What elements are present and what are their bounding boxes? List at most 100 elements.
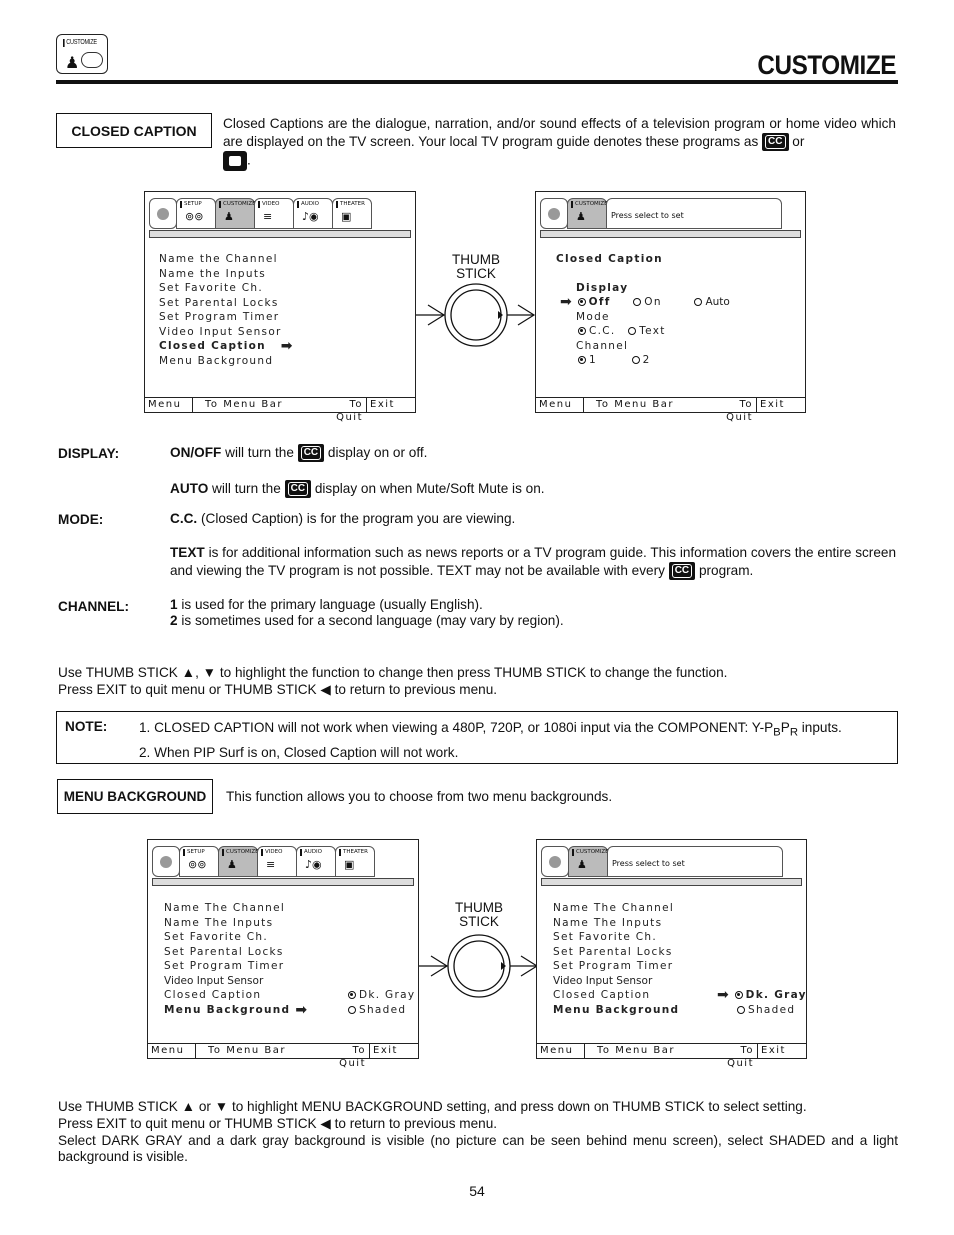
caption-bubble-icon <box>223 151 247 172</box>
radio-auto[interactable] <box>694 298 703 306</box>
thumbstick-nav-icon <box>152 846 180 877</box>
tab-customize[interactable]: CUSTOMIZE ♟ <box>567 198 608 229</box>
tab-setup[interactable]: SETUP ⊚⊚ <box>179 846 219 877</box>
menu-tab-bar: SETUP ⊚⊚ CUSTOMIZE ♟ VIDEO ≡ AUDIO ♪◉ THEATE… <box>152 846 375 877</box>
tab-video[interactable]: VIDEO ≡ <box>254 198 294 229</box>
radio-off[interactable] <box>577 298 586 306</box>
person-icon: ♟ <box>65 55 80 72</box>
menu-tab-bar: CUSTOMIZE ♟ Press select to set <box>540 198 782 229</box>
tv-screen-main-menu: SETUP ⊚⊚ CUSTOMIZE ♟ VIDEO ≡ AUDIO ♪◉ THEATE… <box>144 191 416 423</box>
status-message: Press select to set <box>607 846 783 877</box>
tv-footer: Menu To Menu Bar To Quit Exit <box>145 397 415 423</box>
menu-item-selected[interactable]: Menu Background ➡ <box>164 1003 308 1018</box>
menu-highlight-bar <box>541 878 802 886</box>
cc-icon: CC <box>668 562 696 581</box>
menu-item[interactable]: Video Input Sensor <box>159 325 294 340</box>
customize-menu-list: Name The Channel Name The Inputs Set Fav… <box>553 901 679 1017</box>
tab-theater[interactable]: THEATER ▣ <box>335 846 375 877</box>
radio-cc[interactable] <box>578 327 586 335</box>
radio-shaded[interactable] <box>348 1005 356 1014</box>
note-items: 1. CLOSED CAPTION will not work when vie… <box>139 720 842 760</box>
menu-item[interactable]: Set Favorite Ch. <box>553 930 679 945</box>
radio-text[interactable] <box>628 327 637 335</box>
tab-customize[interactable]: CUSTOMIZE ♟ <box>215 198 256 229</box>
footer-menu: Menu <box>145 398 193 412</box>
footer-exit: Exit <box>373 1045 398 1056</box>
menu-item[interactable]: Set Favorite Ch. <box>164 930 308 945</box>
mode-cc-def: C.C. (Closed Caption) is for the program… <box>170 511 516 526</box>
footer-menu: Menu <box>537 1044 585 1058</box>
tab-setup[interactable]: SETUP ⊚⊚ <box>176 198 216 229</box>
arrow-right-icon: ➡ <box>717 987 731 1003</box>
menu-item[interactable]: Set Program Timer <box>159 310 294 325</box>
header-rule <box>56 80 898 84</box>
tab-customize[interactable]: CUSTOMIZE ♟ <box>218 846 259 877</box>
note-box: NOTE: 1. CLOSED CAPTION will not work wh… <box>56 711 898 764</box>
radio-dk-gray[interactable] <box>734 991 743 999</box>
menu-item[interactable]: Set Favorite Ch. <box>159 281 294 296</box>
mode-label: Mode <box>576 310 610 323</box>
menu-item[interactable]: Video Input Sensor <box>164 974 308 989</box>
closed-caption-options: Closed Caption Display ➡ Off On Auto Mod… <box>556 252 730 368</box>
channel-def: 1 is used for the primary language (usua… <box>170 597 564 628</box>
menu-item[interactable]: Name The Inputs <box>164 916 308 931</box>
menu-item-selected[interactable]: Closed Caption ➡ <box>159 339 294 354</box>
radio-on[interactable] <box>633 298 642 306</box>
footer-exit: Exit <box>370 399 395 410</box>
menu-item[interactable]: Set Program Timer <box>553 959 679 974</box>
thumbstick-nav-icon <box>540 198 568 229</box>
menu-item[interactable]: Set Parental Locks <box>164 945 308 960</box>
page-number: 54 <box>469 1183 485 1199</box>
radio-channel-2[interactable] <box>631 356 640 364</box>
tab-audio[interactable]: AUDIO ♪◉ <box>296 846 336 877</box>
cc-icon: CC <box>297 444 325 463</box>
customize-menu-list: Name The Channel Name The Inputs Set Fav… <box>164 901 308 1017</box>
footer-to-menu-bar: To Menu Bar <box>205 399 283 410</box>
footer-to-menu-bar: To Menu Bar <box>596 399 674 410</box>
tv-screen-closed-caption: CUSTOMIZE ♟ Press select to set Closed Ca… <box>535 191 806 423</box>
tab-video[interactable]: VIDEO ≡ <box>257 846 297 877</box>
arrow-right-icon: ➡ <box>560 294 574 310</box>
menu-item[interactable]: Name The Channel <box>553 901 679 916</box>
menu-item[interactable]: Set Parental Locks <box>159 296 294 311</box>
tab-theater[interactable]: THEATER ▣ <box>332 198 372 229</box>
cc-icon: CC <box>762 133 789 152</box>
menu-item[interactable]: Menu Background <box>159 354 294 369</box>
footer-menu: Menu <box>148 1044 196 1058</box>
menu-item[interactable]: Name the Channel <box>159 252 294 267</box>
instructions-closed-caption: Use THUMB STICK ▲, ▼ to highlight the fu… <box>58 665 728 697</box>
status-message: Press select to set <box>606 198 782 229</box>
display-onoff-def: ON/OFF will turn the CC display on or of… <box>170 444 427 463</box>
menu-item[interactable]: Closed Caption <box>164 988 308 1003</box>
menu-item-selected[interactable]: Menu Background <box>553 1003 679 1018</box>
background-options: ➡ Dk. Gray Shaded <box>717 987 807 1016</box>
footer-exit: Exit <box>761 1045 786 1056</box>
radio-channel-1[interactable] <box>578 356 586 364</box>
menu-item[interactable]: Set Parental Locks <box>553 945 679 960</box>
menu-item[interactable]: Name The Inputs <box>553 916 679 931</box>
arrow-right-icon: ➡ <box>295 1001 309 1018</box>
mode-text-def: TEXT is for additional information such … <box>170 544 896 581</box>
tab-audio[interactable]: AUDIO ♪◉ <box>293 198 333 229</box>
display-label: Display <box>576 281 629 294</box>
menu-item[interactable]: Video Input Sensor <box>553 974 679 989</box>
tab-customize[interactable]: CUSTOMIZE ♟ <box>568 846 609 877</box>
footer-to-quit: To Quit <box>708 1044 758 1069</box>
customize-header-icon: CUSTOMIZE ♟ <box>56 34 108 74</box>
menu-item[interactable]: Set Program Timer <box>164 959 308 974</box>
menu-highlight-bar <box>152 878 414 886</box>
menu-background-description: This function allows you to choose from … <box>226 789 613 804</box>
channel-options: 1 2 <box>556 353 730 368</box>
menu-item[interactable]: Closed Caption <box>553 988 679 1003</box>
footer-to-quit: To Quit <box>320 1044 370 1069</box>
customize-menu-list: Name the Channel Name the Inputs Set Fav… <box>159 252 294 368</box>
menu-item[interactable]: Name The Channel <box>164 901 308 916</box>
thumbstick-label: THUMB STICK <box>452 252 500 281</box>
menu-item[interactable]: Name the Inputs <box>159 267 294 282</box>
mode-def-label: MODE: <box>58 512 104 527</box>
radio-shaded[interactable] <box>737 1005 745 1014</box>
page-title: CUSTOMIZE <box>757 50 896 80</box>
cc-icon: CC <box>284 480 312 499</box>
radio-dk-gray[interactable] <box>348 991 356 999</box>
tv-screen-menu-background: SETUP ⊚⊚ CUSTOMIZE ♟ VIDEO ≡ AUDIO ♪◉ THEATE… <box>147 839 419 1069</box>
